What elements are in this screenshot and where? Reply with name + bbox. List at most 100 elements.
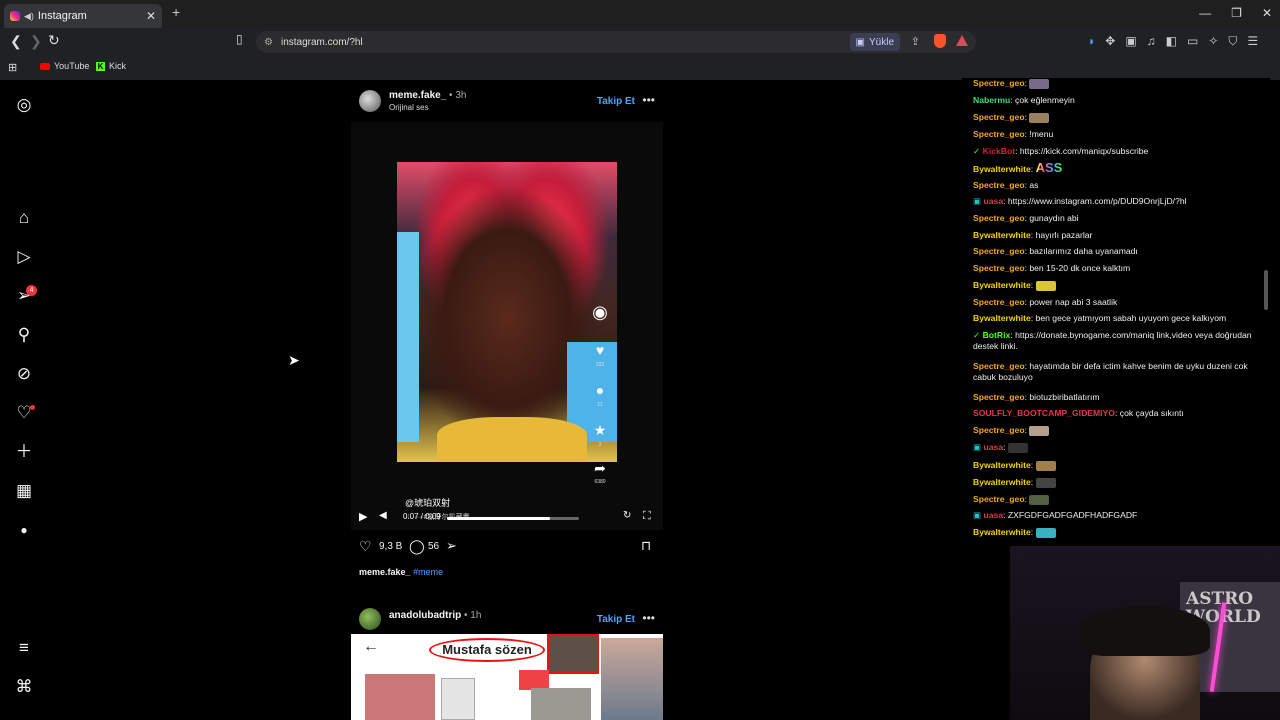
like-icon[interactable]: ♡ [359,538,372,555]
chat-username[interactable]: Spectre_geo [973,425,1025,435]
brave-shields-icon[interactable] [934,34,946,48]
creator-avatar-icon[interactable]: ◉ [590,302,610,323]
new-tab-icon[interactable]: + [172,4,180,20]
sidebar-toggle-icon[interactable]: ◧ [1166,34,1177,49]
chat-username[interactable]: Spectre_geo [973,112,1025,122]
address-bar[interactable]: ⚙ instagram.com/?hl ▣ Yükle ⇪ [256,31,976,53]
chat-username[interactable]: Spectre_geo [973,297,1025,307]
follow-button[interactable]: Takip Et [597,96,635,107]
music-icon[interactable]: ♫ [1147,34,1156,49]
brave-rewards-icon[interactable] [956,35,968,46]
video-progress-bar[interactable] [447,517,579,520]
follow-button[interactable]: Takip Et [597,614,635,625]
post-username[interactable]: anadolubadtrip • 1h [389,610,481,621]
comment-count[interactable]: 56 [428,541,439,552]
chat-username[interactable]: SOULFLY_BOOTCAMP_GIDEMIYO [973,408,1115,418]
explore-icon[interactable]: ⊘ [14,364,34,384]
instagram-logo-icon[interactable]: ◎ [14,95,34,115]
chat-username[interactable]: Nabermu [973,95,1010,105]
reels-icon[interactable]: ▷ [14,247,34,267]
streamer-hair [1080,606,1210,656]
more-options-icon[interactable]: ••• [642,93,655,107]
chat-username[interactable]: Bywalterwhite [973,280,1031,290]
play-icon[interactable]: ▶ [359,510,367,523]
chat-username[interactable]: uasa [984,510,1004,520]
chat-username[interactable]: Spectre_geo [973,78,1025,88]
chat-username[interactable]: Bywalterwhite [973,164,1031,174]
bookmark-kick[interactable]: K Kick [96,61,126,71]
fullscreen-icon[interactable]: ⛶ [643,510,651,523]
chat-username[interactable]: Spectre_geo [973,392,1025,402]
close-tab-icon[interactable]: ✕ [146,9,156,23]
post-username-text[interactable]: anadolubadtrip [389,610,461,621]
vpn-icon[interactable]: ⛉ [1228,34,1237,49]
tab-instagram[interactable]: ◀) Instagram ✕ [4,4,162,28]
chat-scrollbar[interactable] [1264,270,1268,310]
profile-avatar-icon[interactable]: ● [14,520,34,540]
screenshot-icon[interactable]: ▣ [1125,34,1136,49]
chat-username[interactable]: Spectre_geo [973,180,1025,190]
puzzle-icon[interactable]: ✥ [1105,34,1115,49]
chat-username[interactable]: Spectre_geo [973,494,1025,504]
bookmark-youtube[interactable]: YouTube [40,61,89,71]
chat-username[interactable]: Spectre_geo [973,129,1025,139]
home-icon[interactable]: ⌂ [14,208,34,228]
chat-message: Bywalterwhite: [973,280,1268,291]
menu-icon[interactable]: ☰ [1247,34,1258,49]
chat-username[interactable]: Spectre_geo [973,263,1025,273]
post-username-text[interactable]: meme.fake_ [389,90,446,101]
more-menu-icon[interactable]: ≡ [14,638,34,658]
post-username[interactable]: meme.fake_ • 3h [389,90,466,101]
wallet2-icon[interactable]: ▭ [1187,34,1198,49]
thumb-photo [547,634,599,674]
comment-icon[interactable]: ◯ [409,538,425,555]
reload-icon[interactable]: ↻ [48,32,60,49]
post-actions: ♡ 9,3 B ◯ 56 ➢ ⊓ [351,538,663,560]
avatar[interactable] [359,608,381,630]
chat-username[interactable]: Spectre_geo [973,361,1025,371]
chat-username[interactable]: Bywalterwhite [973,313,1031,323]
like-count[interactable]: 9,3 B [379,541,402,552]
chat-username[interactable]: Spectre_geo [973,213,1025,223]
share-icon[interactable]: ➢ [446,538,457,554]
create-icon[interactable]: ＋ [14,442,34,462]
back-icon[interactable]: ❮ [10,33,22,50]
chat-username[interactable]: BotRix [983,330,1011,340]
chat-username[interactable]: Bywalterwhite [973,230,1031,240]
caption-username[interactable]: meme.fake_ [359,567,411,577]
avatar[interactable] [359,90,381,112]
chat-username[interactable]: uasa [984,196,1004,206]
search-icon[interactable]: ⚲ [14,325,34,345]
close-window-icon[interactable]: ✕ [1262,6,1272,20]
chat-username[interactable]: Bywalterwhite [973,460,1031,470]
forward-icon[interactable]: ❯ [30,33,42,50]
minimize-icon[interactable]: — [1199,6,1211,20]
chat-emote [1029,112,1050,123]
save-icon[interactable]: ⊓ [641,538,651,554]
share-icon[interactable]: ⇪ [911,35,920,48]
chat-username[interactable]: Bywalterwhite [973,477,1031,487]
site-info-icon[interactable]: ⚙ [264,37,273,48]
meta-apps-icon[interactable]: ⌘ [14,677,34,697]
chat-username[interactable]: uasa [984,442,1004,452]
reel-video[interactable]: ◉ ♥ 322 ● 11 ★ 2 ➦ 6380 @琥珀双射 ········#象… [351,122,663,530]
chat-message: Spectre_geo: [973,78,1268,89]
upload-button[interactable]: ▣ Yükle [849,33,900,51]
caption-hashtag[interactable]: #meme [413,567,443,577]
post-2-media[interactable]: ← Mustafa sözen [351,634,663,720]
chat-username[interactable]: Spectre_geo [973,246,1025,256]
video-background-left [397,232,419,442]
chat-username[interactable]: KickBot [983,146,1015,156]
loop-icon[interactable]: ↻ [623,510,631,521]
dashboard-icon[interactable]: ▦ [14,481,34,501]
apps-grid-icon[interactable]: ⊞ [8,61,17,74]
comment-overlay-icon: ● [595,382,605,398]
volume-icon[interactable]: ◀ [379,510,387,521]
wallet-icon[interactable]: ◗ [1088,34,1095,49]
more-options-icon[interactable]: ••• [642,611,655,625]
leo-icon[interactable]: ✧ [1208,34,1218,49]
restore-icon[interactable]: ❐ [1231,6,1242,20]
audio-label[interactable]: Orijinal ses [389,103,429,112]
bookmark-icon[interactable]: ▯ [236,32,243,46]
chat-username[interactable]: Bywalterwhite [973,527,1031,537]
